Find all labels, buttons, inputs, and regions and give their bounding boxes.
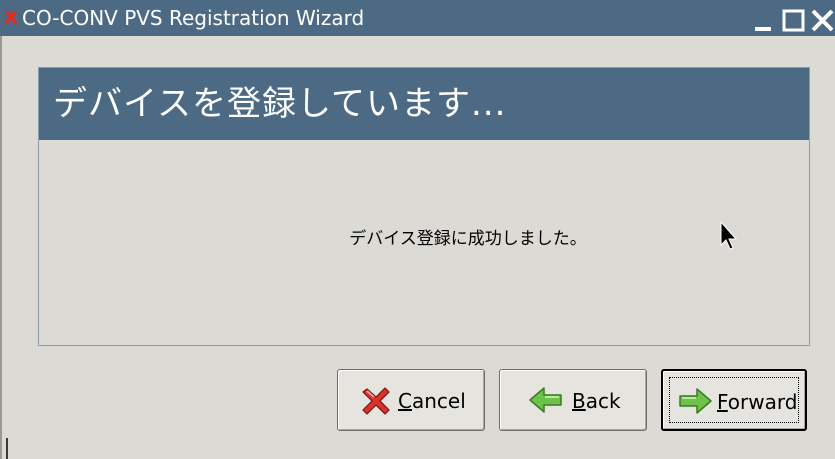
page-title: デバイスを登録しています... [53,84,507,124]
title-bar[interactable]: x CO-CONV PVS Registration Wizard [0,0,835,36]
back-button[interactable]: Back [499,369,647,431]
maximize-icon[interactable] [782,8,810,36]
window-title: CO-CONV PVS Registration Wizard [22,6,365,30]
forward-label: Forward [717,390,798,414]
back-label: Back [572,389,621,413]
cancel-label: Cancel [398,389,466,413]
forward-arrow-icon [677,385,712,417]
cancel-x-icon [360,384,392,416]
forward-button[interactable]: Forward [661,369,807,431]
close-icon[interactable] [810,8,835,36]
status-message: デバイス登録に成功しました。 [349,229,587,249]
window-frame-left [0,36,2,459]
wizard-window: x CO-CONV PVS Registration Wizard デバイスを登… [0,0,835,459]
minimize-icon[interactable] [752,8,780,36]
back-arrow-icon [528,384,562,416]
app-icon: x [4,4,19,29]
window-frame-stub [6,438,8,459]
panel-header: デバイスを登録しています... [39,68,809,140]
cancel-button[interactable]: Cancel [337,369,485,431]
content-panel: デバイスを登録しています... デバイス登録に成功しました。 [38,67,810,346]
mouse-cursor-icon [720,220,740,253]
